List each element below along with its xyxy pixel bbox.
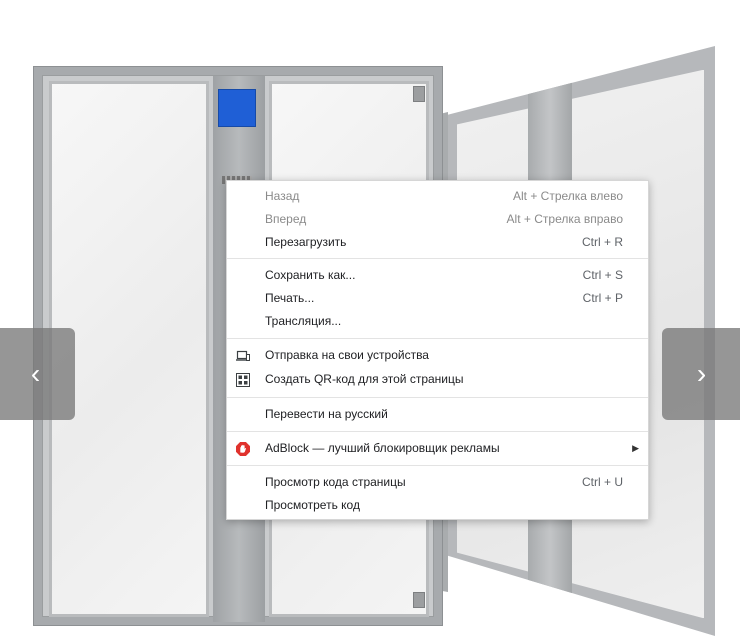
menu-item-inspect[interactable]: Просмотреть код <box>227 494 648 517</box>
devices-icon <box>236 350 250 361</box>
corner-marker-top <box>413 86 425 102</box>
gallery-next-button[interactable]: › <box>662 328 740 420</box>
corner-marker-bottom <box>413 592 425 608</box>
chevron-left-icon: ‹ <box>30 358 41 389</box>
menu-item-reload[interactable]: Перезагрузить Ctrl + R <box>227 231 648 254</box>
menu-item-print[interactable]: Печать... Ctrl + P <box>227 287 648 310</box>
menu-item-create-qr-code[interactable]: Создать QR-код для этой страницы <box>227 368 648 391</box>
gallery-prev-button[interactable]: ‹ <box>0 328 75 420</box>
menu-item-save-as[interactable]: Сохранить как... Ctrl + S <box>227 264 648 287</box>
menu-separator <box>227 258 648 259</box>
menu-item-translate[interactable]: Перевести на русский <box>227 403 648 426</box>
menu-separator <box>227 397 648 398</box>
page-canvas: ‹ › Назад Alt + Стрелка влево Вперед Alt… <box>0 0 740 639</box>
menu-item-adblock[interactable]: AdBlock — лучший блокировщик рекламы ▶ <box>227 437 648 460</box>
submenu-arrow-icon: ▶ <box>632 443 639 453</box>
qr-code-icon <box>236 373 250 387</box>
menu-item-cast[interactable]: Трансляция... <box>227 310 648 333</box>
menu-item-send-to-devices[interactable]: Отправка на свои устройства <box>227 344 648 367</box>
menu-item-back[interactable]: Назад Alt + Стрелка влево <box>227 185 648 208</box>
chevron-right-icon: › <box>696 358 707 389</box>
menu-separator <box>227 338 648 339</box>
menu-separator <box>227 465 648 466</box>
menu-item-forward[interactable]: Вперед Alt + Стрелка вправо <box>227 208 648 231</box>
menu-separator <box>227 431 648 432</box>
menu-item-view-source[interactable]: Просмотр кода страницы Ctrl + U <box>227 471 648 494</box>
blue-control-panel <box>218 89 256 127</box>
browser-context-menu: Назад Alt + Стрелка влево Вперед Alt + С… <box>226 180 649 520</box>
adblock-icon <box>236 442 250 456</box>
